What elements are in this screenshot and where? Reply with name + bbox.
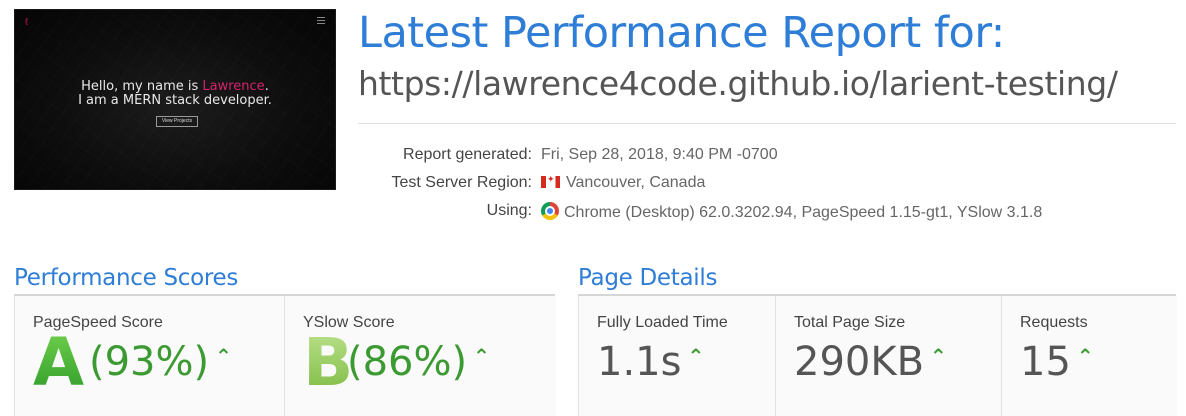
- thumbnail-menu-icon: [317, 17, 325, 26]
- requests-label: Requests: [1020, 314, 1088, 331]
- report-title: Latest Performance Report for:: [358, 8, 1005, 58]
- using-value-group: Chrome (Desktop) 62.0.3202.94, PageSpeed…: [541, 202, 1042, 222]
- fully-loaded-time-label: Fully Loaded Time: [597, 314, 728, 331]
- region-value: Vancouver, Canada: [566, 174, 706, 191]
- pagespeed-grade: A: [33, 324, 85, 401]
- total-page-size-label: Total Page Size: [794, 314, 906, 331]
- performance-scores-panel: PageSpeed Score A (93%) ⌃ YSlow Score B (…: [14, 296, 556, 416]
- report-url: https://lawrence4code.github.io/larient-…: [358, 64, 1118, 103]
- page-details-title: Page Details: [578, 265, 718, 291]
- total-page-size-group: 290KB ⌃: [794, 339, 947, 385]
- pagespeed-percent: (93%): [89, 339, 210, 385]
- report-generated-value: Fri, Sep 28, 2018, 9:40 PM -0700: [541, 146, 778, 163]
- region-label: Test Server Region:: [391, 174, 532, 191]
- up-arrow-icon: ⌃: [473, 344, 490, 368]
- up-arrow-icon: ⌃: [215, 344, 232, 368]
- page-details-panel: Fully Loaded Time 1.1s ⌃ Total Page Size …: [578, 296, 1177, 416]
- yslow-percent-group: (86%) ⌃: [347, 339, 490, 385]
- using-value: Chrome (Desktop) 62.0.3202.94, PageSpeed…: [564, 204, 1043, 221]
- performance-scores-title: Performance Scores: [14, 265, 239, 291]
- total-page-size-cell[interactable]: Total Page Size 290KB ⌃: [776, 296, 1002, 416]
- thumbnail-logo: ℓ: [25, 17, 29, 28]
- requests-group: 15 ⌃: [1020, 339, 1094, 385]
- header-divider: [358, 123, 1176, 124]
- report-generated-label: Report generated:: [403, 146, 532, 163]
- fully-loaded-time-group: 1.1s ⌃: [597, 339, 704, 385]
- up-arrow-icon: ⌃: [1076, 344, 1094, 368]
- yslow-grade: B: [303, 324, 354, 401]
- thumbnail-greeting: Hello, my name is Lawrence.: [81, 79, 269, 94]
- yslow-score-cell[interactable]: YSlow Score B (86%) ⌃: [285, 296, 556, 416]
- up-arrow-icon: ⌃: [930, 344, 947, 368]
- fully-loaded-time-cell[interactable]: Fully Loaded Time 1.1s ⌃: [579, 296, 776, 416]
- chrome-icon: [541, 202, 559, 220]
- requests-cell[interactable]: Requests 15 ⌃: [1002, 296, 1177, 416]
- pagespeed-percent-group: (93%) ⌃: [89, 339, 232, 385]
- thumbnail-view-projects-button: View Projects: [156, 116, 198, 127]
- requests-value: 15: [1020, 339, 1071, 385]
- thumbnail-tagline: I am a MERN stack developer.: [78, 93, 272, 108]
- thumbnail-name: Lawrence: [202, 79, 265, 94]
- yslow-percent: (86%): [347, 339, 468, 385]
- total-page-size-value: 290KB: [794, 339, 925, 385]
- up-arrow-icon: ⌃: [687, 344, 705, 368]
- pagespeed-score-cell[interactable]: PageSpeed Score A (93%) ⌃: [15, 296, 285, 416]
- canada-flag-icon: [541, 174, 560, 188]
- fully-loaded-time-value: 1.1s: [597, 339, 682, 385]
- region-value-group: Vancouver, Canada: [541, 174, 705, 192]
- using-label: Using:: [486, 202, 532, 219]
